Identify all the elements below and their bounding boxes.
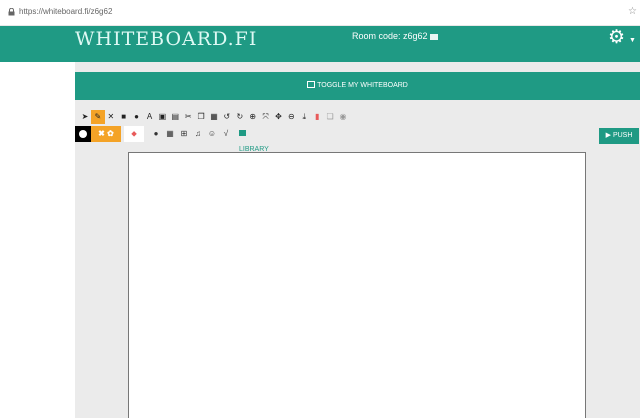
copy-room-icon[interactable] (429, 34, 438, 40)
push-label: PUSH (612, 132, 633, 139)
emoji-icon[interactable]: ☺ (206, 126, 218, 142)
line-tool-icon[interactable]: ✕ (104, 110, 118, 124)
toggle-whiteboard-button[interactable]: TOGGLE MY WHITEBOARD (75, 72, 640, 100)
push-icon: ▶ (605, 132, 611, 139)
zoom-icon[interactable]: ⊕ (246, 110, 260, 124)
zoom-out-icon[interactable]: ⊖ (284, 110, 298, 124)
folder-icon (239, 130, 246, 136)
color-palette-button[interactable] (75, 126, 91, 142)
toggle-whiteboard-label: TOGGLE MY WHITEBOARD (317, 82, 408, 89)
library-button[interactable]: LIBRARY (239, 126, 269, 153)
circle-icon[interactable]: ● (130, 110, 144, 124)
clear-settings-button[interactable]: ✖ ✿ (91, 126, 121, 142)
move-icon[interactable]: ✥ (272, 110, 286, 124)
copy-icon[interactable]: ❐ (194, 110, 208, 124)
room-code-text: Room code: z6g62 (352, 31, 428, 41)
delete-icon[interactable]: ▮ (310, 110, 324, 124)
download-icon[interactable]: ⤓ (297, 110, 311, 124)
redo-icon[interactable]: ↻ (233, 110, 247, 124)
grid-icon[interactable]: ▦ (164, 126, 176, 142)
whiteboard-canvas[interactable] (128, 152, 586, 418)
math-icon[interactable]: √ (220, 126, 232, 142)
fit-icon[interactable]: ⤧ (259, 110, 273, 124)
paste-icon[interactable]: ▦ (207, 110, 221, 124)
palette-icon (79, 130, 87, 138)
eye-icon[interactable]: ◉ (336, 110, 350, 124)
pencil-icon[interactable]: ✎ (90, 110, 105, 124)
browser-address-bar: https://whiteboard.fi/z6g62 ☆ (0, 0, 640, 26)
pointer-icon[interactable]: ➤ (78, 110, 92, 124)
music-icon[interactable]: ♫ (192, 126, 204, 142)
room-code: Room code: z6g62 (352, 31, 438, 41)
cut-icon[interactable]: ✂ (181, 110, 195, 124)
eraser-button[interactable]: ⬥ (124, 126, 144, 142)
url-text[interactable]: https://whiteboard.fi/z6g62 (19, 7, 112, 16)
layer-icon[interactable]: ❏ (323, 110, 337, 124)
table-icon[interactable]: ⊞ (178, 126, 190, 142)
chevron-down-icon[interactable]: ▼ (629, 37, 636, 44)
app-logo: WHITEBOARD.FI (75, 28, 258, 50)
text-icon[interactable]: A (143, 110, 157, 124)
bookmark-star-icon[interactable]: ☆ (628, 6, 637, 17)
gear-icon[interactable]: ⚙ (608, 26, 625, 49)
whiteboard-icon (307, 81, 316, 88)
app-header: WHITEBOARD.FI Room code: z6g62 ⚙ ▼ (0, 26, 640, 62)
rectangle-icon[interactable]: ■ (117, 110, 131, 124)
bucket-icon[interactable]: ● (150, 126, 162, 142)
push-button[interactable]: ▶ PUSH (599, 128, 639, 144)
lock-icon (8, 8, 15, 16)
image-icon[interactable]: ▣ (155, 110, 169, 124)
document-icon[interactable]: ▤ (168, 110, 182, 124)
undo-icon[interactable]: ↺ (220, 110, 234, 124)
main-area: TOGGLE MY WHITEBOARD ➤ ✎ ✕ ■ ● A ▣ ▤ ✂ ❐ ▦ ↺ ↻ ⊕ ⤧ ✥ ⊖ ⤓ ▮… (75, 62, 640, 418)
